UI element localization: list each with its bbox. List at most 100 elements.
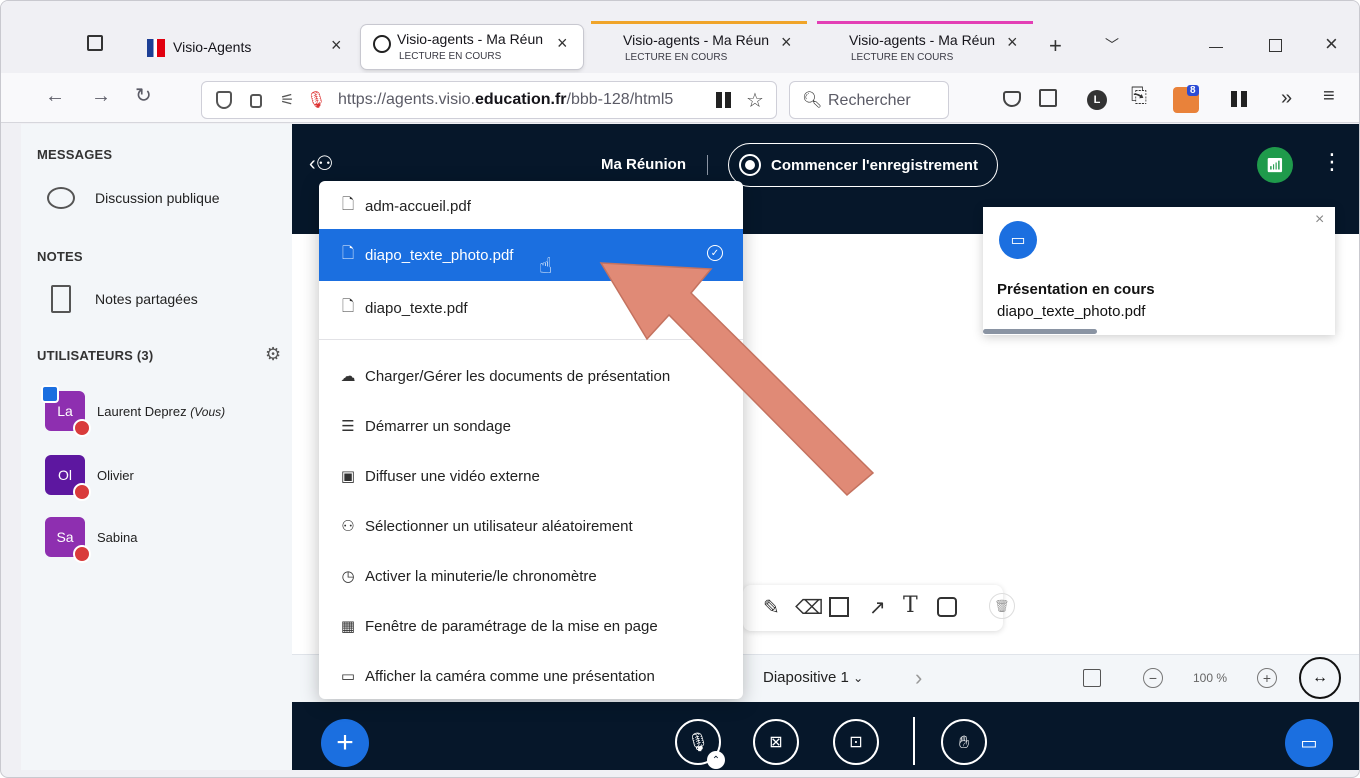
messages-heading: MESSAGES (37, 147, 113, 162)
maximize-icon[interactable] (1269, 39, 1282, 52)
eraser-icon[interactable]: ⌫ (795, 595, 823, 620)
note-edit-icon[interactable] (937, 597, 957, 617)
arrow-icon[interactable]: ↗ (869, 595, 886, 620)
minimize-icon[interactable] (1209, 47, 1223, 48)
profile-icon[interactable]: L (1087, 90, 1107, 110)
public-chat-item[interactable]: Discussion publique (47, 187, 220, 209)
more-options-icon[interactable]: ⋮ (1321, 149, 1343, 175)
menu-item-file-2[interactable]: 🗋︎ diapo_texte.pdf (319, 283, 743, 333)
close-icon[interactable]: × (1007, 32, 1018, 53)
toast-file: diapo_texte_photo.pdf (997, 303, 1146, 320)
menu-item-upload-documents[interactable]: ☁︎ Charger/Gérer les documents de présen… (319, 351, 743, 401)
presentation-toast: ▭ × Présentation en cours diapo_texte_ph… (983, 207, 1335, 335)
poll-list-icon: ☰ (341, 418, 355, 435)
back-icon[interactable]: ← (45, 85, 65, 108)
search-bar[interactable]: 🔍︎ Rechercher (789, 81, 949, 119)
video-player-icon: ▣ (340, 468, 356, 485)
raise-hand-button[interactable]: ✋︎ (941, 719, 987, 765)
url-text[interactable]: https://agents.visio.education.fr/bbb-12… (338, 91, 708, 109)
avatar-initials: La (57, 403, 73, 419)
hand-cursor-icon: ☝︎ (539, 253, 553, 278)
shared-notes-item[interactable]: Notes partagées (51, 285, 198, 313)
menu-item-file-1[interactable]: 🗋︎ diapo_texte_photo.pdf ✓ ☝︎ (319, 229, 743, 281)
bookmark-star-icon[interactable]: ☆ (746, 88, 764, 113)
menu-item-timer[interactable]: ◷ Activer la minuterie/le chronomètre (319, 551, 743, 601)
tab-list-icon[interactable] (87, 35, 103, 51)
record-button[interactable]: Commencer l'enregistrement (728, 143, 998, 187)
presenter-icon (41, 385, 59, 403)
permissions-icon[interactable]: ⚟ (280, 90, 294, 110)
gear-icon[interactable]: ⚙ (265, 344, 281, 365)
divider (913, 717, 915, 765)
tab-visio-reunion-2[interactable]: Visio-agents - Ma Réun LECTURE EN COURS … (591, 21, 807, 73)
tab-visio-agents[interactable]: Visio-Agents × (135, 23, 355, 75)
new-tab-icon[interactable]: + (1049, 33, 1062, 59)
zoom-out-icon[interactable]: − (1143, 668, 1163, 688)
menu-item-layout-settings[interactable]: ▦ Fenêtre de paramétrage de la mise en p… (319, 601, 743, 651)
menu-item-label: Fenêtre de paramétrage de la mise en pag… (365, 617, 658, 635)
grid-plus-icon[interactable] (1231, 91, 1247, 107)
rectangle-icon[interactable] (829, 597, 849, 617)
user-row-olivier[interactable]: Ol Olivier (45, 455, 134, 501)
mute-microphone-button[interactable]: 🎙︎ ⌃ (675, 719, 725, 769)
tab-visio-reunion-active[interactable]: Visio-agents - Ma Réun LECTURE EN COURS … (361, 25, 583, 69)
menu-item-start-poll[interactable]: ☰ Démarrer un sondage (319, 401, 743, 451)
camera-icon: ▭ (340, 668, 356, 685)
chart-icon[interactable] (1083, 669, 1101, 687)
user-name: Olivier (97, 467, 134, 483)
slide-selector[interactable]: Diapositive 1 ⌄ (763, 669, 863, 686)
folder-icon[interactable] (1039, 89, 1057, 107)
menu-hamburger-icon[interactable]: ≡ (1323, 85, 1335, 108)
tab-visio-reunion-3[interactable]: Visio-agents - Ma Réun LECTURE EN COURS … (817, 21, 1033, 73)
tab-title: Visio-agents - Ma Réun (849, 32, 996, 48)
user-row-laurent[interactable]: La Laurent Deprez (Vous) (41, 385, 225, 437)
notes-heading: NOTES (37, 249, 83, 264)
close-icon[interactable]: × (781, 32, 792, 53)
avatar-initials: Sa (56, 529, 74, 545)
qr-code-icon[interactable] (716, 92, 732, 108)
user-name: Sabina (97, 529, 138, 545)
menu-item-file-0[interactable]: 🗋︎ adm-accueil.pdf (319, 181, 743, 231)
globe-icon (373, 35, 391, 53)
camera-off-button[interactable]: ⊠ (753, 719, 799, 765)
overflow-chevrons-icon[interactable]: » (1281, 87, 1292, 110)
screenshare-off-button[interactable]: ⊡ (833, 719, 879, 765)
user-list-toggle-icon[interactable]: ‹⚇ (309, 151, 334, 176)
extensions-icon[interactable]: ⎘ (1131, 85, 1147, 108)
trash-icon[interactable]: 🗑︎ (989, 593, 1015, 619)
chevron-up-icon[interactable]: ⌃ (707, 751, 725, 769)
record-label: Commencer l'enregistrement (771, 156, 978, 174)
document-icon (51, 285, 71, 313)
menu-item-external-video[interactable]: ▣ Diffuser une vidéo externe (319, 451, 743, 501)
toast-title: Présentation en cours (997, 281, 1155, 298)
next-slide-icon[interactable]: › (915, 665, 922, 691)
menu-item-random-user[interactable]: ⚇ Sélectionner un utilisateur aléatoirem… (319, 501, 743, 551)
menu-item-label: Afficher la caméra comme une présentatio… (365, 667, 655, 685)
fit-width-icon[interactable]: ↔ (1299, 657, 1341, 699)
layout-grid-icon: ▦ (340, 618, 356, 635)
pencil-icon[interactable]: ✎ (763, 595, 780, 620)
avatar: La (41, 385, 91, 437)
text-icon[interactable]: T (903, 593, 918, 618)
chevron-down-icon[interactable]: ﹀ (1105, 35, 1119, 55)
forward-icon[interactable]: → (91, 85, 111, 108)
close-window-icon[interactable]: × (1325, 31, 1338, 57)
check-circle-icon: ✓ (707, 245, 723, 261)
close-icon[interactable]: × (557, 33, 568, 54)
url-bar[interactable]: ⚟ 🎙 https://agents.visio.education.fr/bb… (201, 81, 777, 119)
close-icon[interactable]: × (331, 35, 342, 56)
reload-icon[interactable]: ↻ (135, 83, 152, 108)
presentation-button[interactable]: ▭ (1285, 719, 1333, 767)
menu-item-camera-as-content[interactable]: ▭ Afficher la caméra comme une présentat… (319, 651, 743, 701)
connection-status-icon[interactable]: 📶︎ (1257, 147, 1293, 183)
microphone-icon[interactable]: 🎙 (306, 90, 326, 110)
shield-icon (216, 91, 232, 109)
zoom-in-icon[interactable]: + (1257, 668, 1277, 688)
close-icon[interactable]: × (1315, 211, 1324, 229)
menu-item-label: diapo_texte_photo.pdf (365, 246, 514, 264)
file-icon: 🗋︎ (341, 195, 355, 213)
actions-plus-button[interactable]: + (321, 719, 369, 767)
toast-progress (983, 329, 1097, 334)
avatar: Sa (45, 517, 91, 563)
user-row-sabina[interactable]: Sa Sabina (45, 517, 138, 563)
